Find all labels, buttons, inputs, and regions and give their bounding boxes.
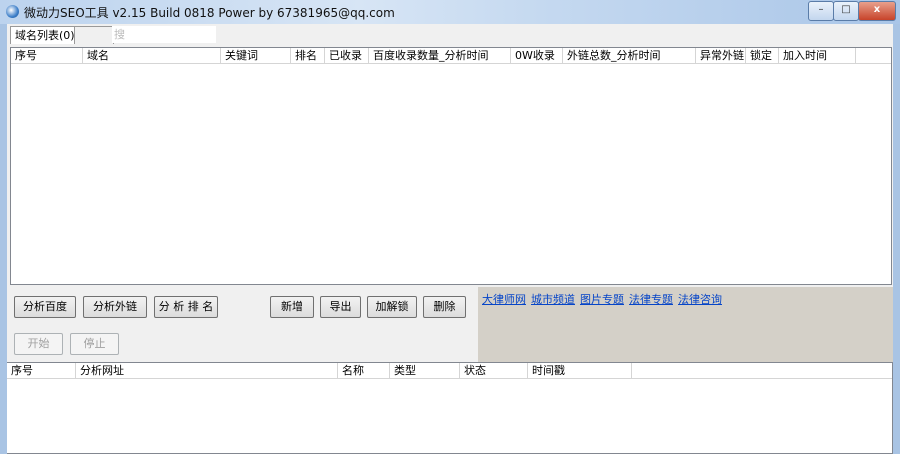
column-header[interactable]: 域名 [83,48,221,63]
domain-table-header: 序号 域名 关键词 排名 已收录 百度收录数量_分析时间 0W收录 外链总数_分析时间 异常外链… [11,48,891,64]
task-table[interactable]: 序号 分析网址 名称 类型 状态 时间戳 [7,362,893,454]
column-header[interactable]: 外链总数_分析时间 [563,48,696,63]
tab-domain-list[interactable]: 域名列表(0) [10,26,80,44]
maximize-button[interactable]: □ [833,1,859,21]
column-header[interactable]: 时间戳 [528,363,632,378]
link-item[interactable]: 城市频道 [531,293,575,306]
task-table-header: 序号 分析网址 名称 类型 状态 时间戳 [7,363,892,379]
title-bar: 微动力SEO工具 v2.15 Build 0818 Power by 67381… [0,0,900,24]
column-header[interactable]: 分析网址 [76,363,338,378]
link-item[interactable]: 图片专题 [580,293,624,306]
column-header[interactable]: 状态 [460,363,528,378]
column-header[interactable]: 锁定 [746,48,779,63]
column-header[interactable]: 已收录 [325,48,369,63]
link-item[interactable]: 法律专题 [629,293,673,306]
analyze-links-button[interactable]: 分析外链 [83,296,147,318]
search-input[interactable]: 搜 [112,26,216,43]
column-header[interactable]: 序号 [7,363,76,378]
column-header[interactable]: 加入时间 [779,48,856,63]
column-header[interactable]: 关键词 [221,48,291,63]
start-button[interactable]: 开始 [14,333,63,355]
column-header[interactable]: 类型 [390,363,460,378]
link-item[interactable]: 大律师网 [482,293,526,306]
analyze-rank-button[interactable]: 分 析 排 名 [154,296,218,318]
window-title: 微动力SEO工具 v2.15 Build 0818 Power by 67381… [24,6,395,20]
link-item[interactable]: 法律咨询 [678,293,722,306]
close-button[interactable]: x [858,1,896,21]
stop-button[interactable]: 停止 [70,333,119,355]
domain-table[interactable]: 序号 域名 关键词 排名 已收录 百度收录数量_分析时间 0W收录 外链总数_分析时间 异常外链… [10,47,892,285]
column-header[interactable]: 百度收录数量_分析时间 [369,48,511,63]
export-button[interactable]: 导出 [320,296,361,318]
tab-blank[interactable] [74,26,114,44]
lock-toggle-button[interactable]: 加解锁 [367,296,417,318]
column-header[interactable]: 0W收录 [511,48,563,63]
minimize-button[interactable]: – [808,1,834,21]
column-header[interactable]: 排名 [291,48,325,63]
column-header[interactable]: 序号 [11,48,83,63]
analyze-baidu-button[interactable]: 分析百度 [14,296,76,318]
delete-button[interactable]: 删除 [423,296,466,318]
column-header[interactable]: 名称 [338,363,390,378]
add-button[interactable]: 新增 [270,296,314,318]
links-panel: 大律师网 城市频道 图片专题 法律专题 法律咨询 [478,287,893,362]
app-icon [6,5,19,18]
column-header[interactable]: 异常外链 [696,48,746,63]
